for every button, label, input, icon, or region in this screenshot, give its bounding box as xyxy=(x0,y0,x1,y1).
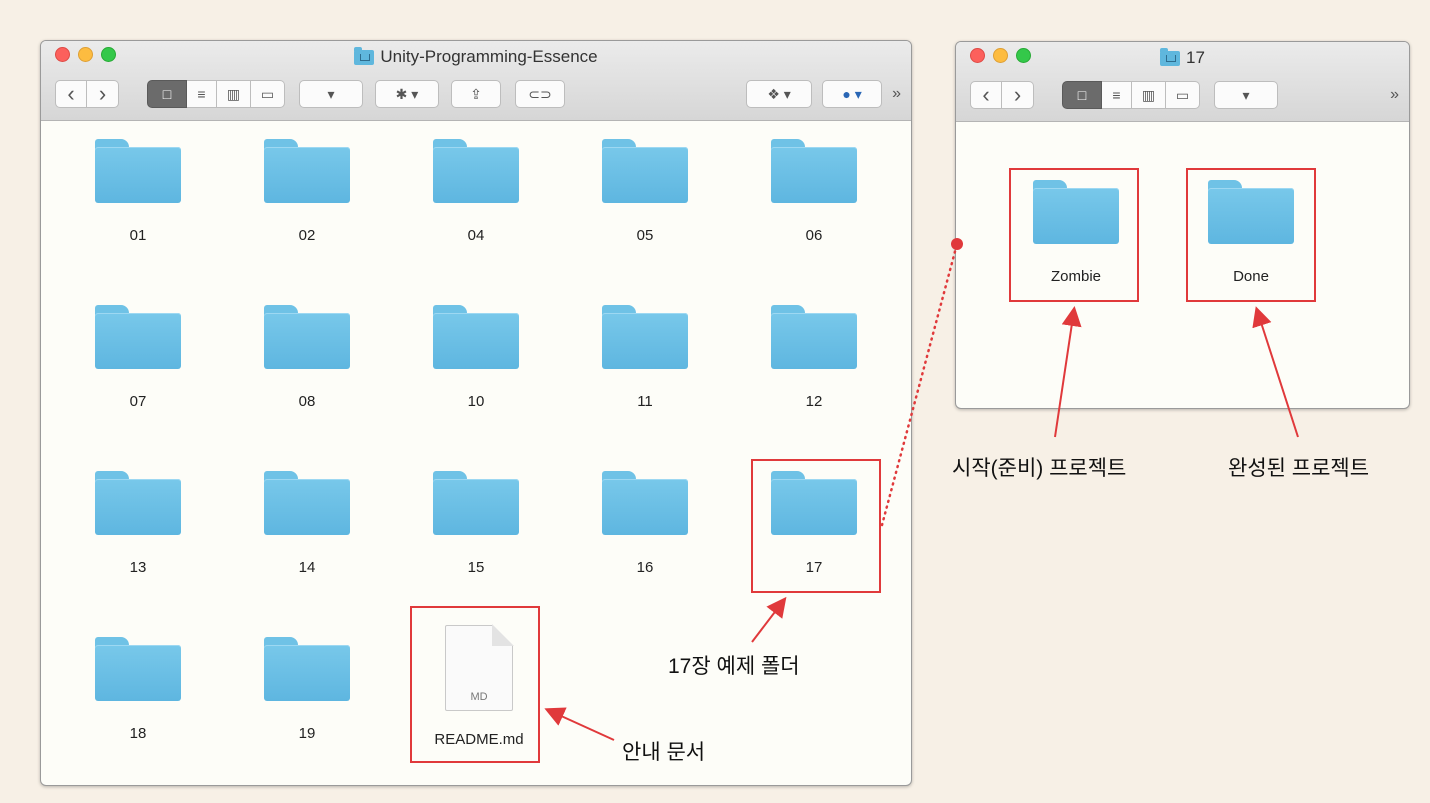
folder-label: 06 xyxy=(805,227,823,244)
folder-label: 05 xyxy=(636,227,654,244)
share-button[interactable]: ⇪ xyxy=(451,80,501,108)
folder-icon[interactable] xyxy=(95,139,181,203)
view-columns-button[interactable]: ▥ xyxy=(1132,81,1166,109)
app-extension-button[interactable]: ● ▾ xyxy=(822,80,883,108)
view-switcher: □ ≡ ▥ ▭ xyxy=(147,80,285,108)
highlight-done xyxy=(1186,168,1316,302)
annotation-start-project: 시작(준비) 프로젝트 xyxy=(952,457,1127,480)
folder-icon[interactable] xyxy=(95,305,181,369)
folder-icon[interactable] xyxy=(95,637,181,701)
folder-label: 01 xyxy=(129,227,147,244)
action-gear-button[interactable]: ✱ ▾ xyxy=(375,80,439,108)
view-list-button[interactable]: ≡ xyxy=(187,80,217,108)
folder-label: 14 xyxy=(298,559,316,576)
annotation-folder17: 17장 예제 폴더 xyxy=(668,655,800,678)
highlight-readme xyxy=(410,606,540,763)
view-icon-button[interactable]: □ xyxy=(147,80,187,108)
folder-label: 02 xyxy=(298,227,316,244)
view-gallery-button[interactable]: ▭ xyxy=(251,80,285,108)
view-switcher: □ ≡ ▥ ▭ xyxy=(1062,81,1200,109)
folder-icon[interactable] xyxy=(264,139,350,203)
arrange-button[interactable]: ▾ xyxy=(1214,81,1278,109)
forward-button[interactable]: › xyxy=(1002,81,1034,109)
toolbar: ‹ › □ ≡ ▥ ▭ ▾ ✱ ▾ ⇪ ⊂⊃ ❖ ▾ ● ▾ » xyxy=(55,79,901,109)
back-button[interactable]: ‹ xyxy=(55,80,87,108)
folder-icon[interactable] xyxy=(602,305,688,369)
toolbar-overflow-button[interactable]: » xyxy=(1390,86,1399,104)
view-columns-button[interactable]: ▥ xyxy=(217,80,251,108)
back-button[interactable]: ‹ xyxy=(970,81,1002,109)
arrange-button[interactable]: ▾ xyxy=(299,80,363,108)
highlight-folder-17 xyxy=(751,459,881,593)
folder-label: 13 xyxy=(129,559,147,576)
folder-icon[interactable] xyxy=(264,471,350,535)
folder-icon[interactable] xyxy=(602,139,688,203)
folder-label: 04 xyxy=(467,227,485,244)
folder-label: 18 xyxy=(129,725,147,742)
toolbar-overflow-button[interactable]: » xyxy=(892,85,901,103)
folder-icon[interactable] xyxy=(433,139,519,203)
annotation-done-project: 완성된 프로젝트 xyxy=(1228,457,1370,480)
toolbar: ‹ › □ ≡ ▥ ▭ ▾ » xyxy=(970,80,1399,110)
folder-label: 10 xyxy=(467,393,485,410)
folder-icon xyxy=(354,46,375,65)
titlebar: 17 ‹ › □ ≡ ▥ ▭ ▾ » xyxy=(956,42,1409,122)
folder-label: 07 xyxy=(129,393,147,410)
dropbox-button[interactable]: ❖ ▾ xyxy=(746,80,813,108)
folder-icon xyxy=(1160,47,1181,66)
folder-icon[interactable] xyxy=(264,305,350,369)
window-title-text: 17 xyxy=(1186,48,1205,67)
view-gallery-button[interactable]: ▭ xyxy=(1166,81,1200,109)
annotation-readme: 안내 문서 xyxy=(622,741,706,764)
folder-label: 11 xyxy=(637,393,653,410)
titlebar: Unity-Programming-Essence ‹ › □ ≡ ▥ ▭ ▾ … xyxy=(41,41,911,121)
window-title: Unity-Programming-Essence xyxy=(41,46,911,67)
nav-buttons: ‹ › xyxy=(970,81,1034,109)
view-list-button[interactable]: ≡ xyxy=(1102,81,1132,109)
view-icon-button[interactable]: □ xyxy=(1062,81,1102,109)
folder-icon[interactable] xyxy=(771,139,857,203)
folder-label: 16 xyxy=(636,559,654,576)
highlight-zombie xyxy=(1009,168,1139,302)
folder-label: 15 xyxy=(467,559,485,576)
forward-button[interactable]: › xyxy=(87,80,119,108)
folder-icon[interactable] xyxy=(264,637,350,701)
folder-icon[interactable] xyxy=(771,305,857,369)
folder-label: 08 xyxy=(298,393,316,410)
folder-label: 19 xyxy=(298,725,316,742)
nav-buttons: ‹ › xyxy=(55,80,119,108)
folder-icon[interactable] xyxy=(433,471,519,535)
window-title: 17 xyxy=(956,47,1409,68)
folder-icon[interactable] xyxy=(95,471,181,535)
folder-icon[interactable] xyxy=(602,471,688,535)
folder-label: 12 xyxy=(805,393,823,410)
folder-icon[interactable] xyxy=(433,305,519,369)
tag-button[interactable]: ⊂⊃ xyxy=(515,80,565,108)
window-title-text: Unity-Programming-Essence xyxy=(380,47,598,66)
